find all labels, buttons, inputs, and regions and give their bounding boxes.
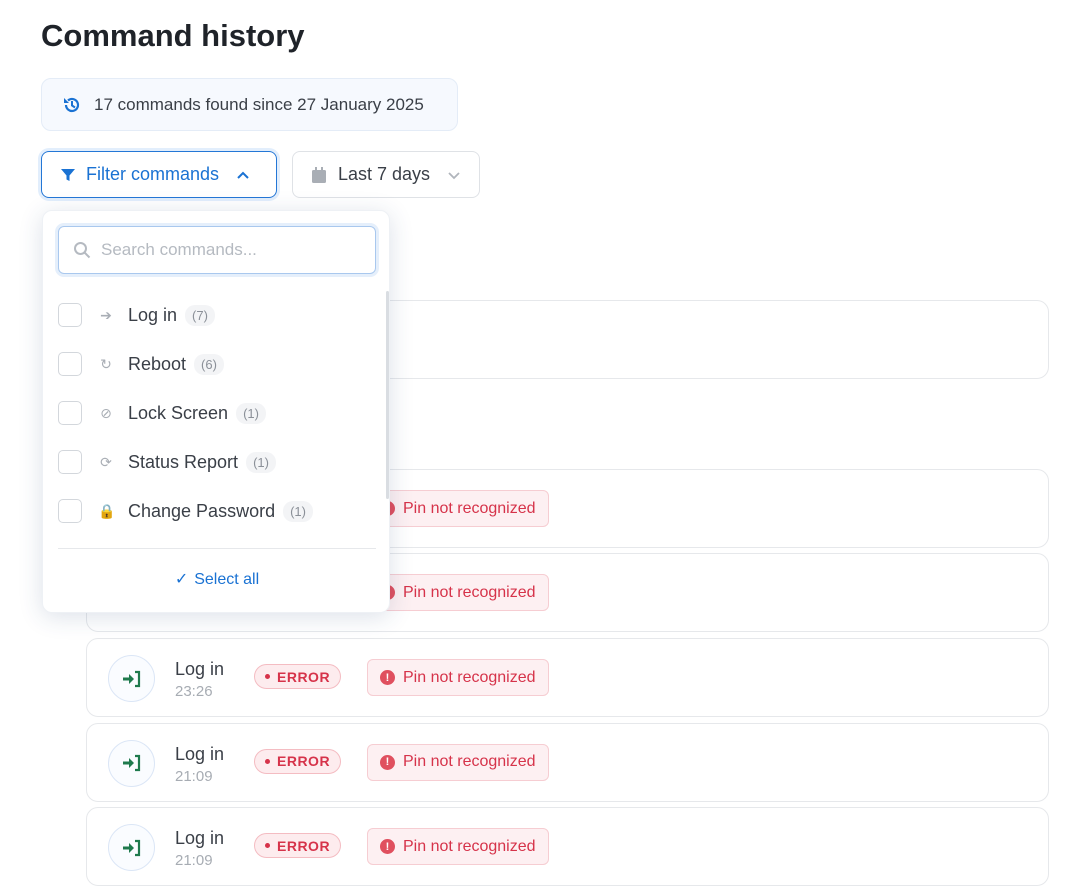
command-name: Log in — [175, 743, 225, 764]
option-label: Change Password — [128, 500, 276, 521]
filter-option[interactable]: ↻ Reboot (6) — [58, 349, 224, 379]
option-label: Reboot — [128, 353, 187, 374]
history-row[interactable]: Log in 23:26 ERROR ! Pin not recognized — [86, 638, 1049, 717]
error-message: !Pin not recognized — [367, 574, 549, 611]
filter-option[interactable]: 🔒 Change Password (1) — [58, 496, 313, 526]
double-check-icon: ✓ — [174, 571, 189, 588]
error-message: ! Pin not recognized — [367, 743, 549, 781]
message-text: Pin not recognized — [403, 499, 536, 517]
exclamation-icon: ! — [380, 670, 395, 685]
status-text: ERROR — [277, 753, 331, 769]
date-range-value: Last 7 days — [338, 164, 431, 184]
error-message: ! Pin not recognized — [367, 828, 549, 865]
chevron-up-icon — [237, 171, 249, 179]
search-commands-field[interactable] — [58, 226, 376, 274]
exclamation-icon: ! — [380, 839, 395, 854]
select-all-label: Select all — [194, 571, 260, 588]
sign-in-icon — [108, 824, 155, 871]
status-badge: ERROR — [254, 748, 342, 774]
divider — [58, 548, 376, 549]
page-title: Command history — [41, 18, 305, 53]
calendar-icon — [312, 166, 326, 183]
exclamation-icon: ! — [380, 754, 395, 770]
search-commands-input[interactable] — [101, 240, 351, 260]
summary-text: 17 commands found since 27 January 2025 — [94, 94, 424, 114]
lock-icon: 🔒 — [98, 502, 116, 519]
summary-banner: 17 commands found since 27 January 2025 — [41, 78, 458, 131]
option-label: Lock Screen — [128, 402, 229, 423]
option-count: (1) — [236, 402, 266, 424]
status-badge: ERROR — [254, 664, 342, 689]
filter-button-label: Filter commands — [86, 164, 220, 184]
checkbox[interactable] — [58, 499, 82, 523]
redo-icon: ↻ — [100, 355, 112, 372]
option-label: Status Report — [128, 451, 239, 472]
option-count: (7) — [185, 304, 215, 326]
chevron-down-icon — [448, 171, 460, 179]
sign-in-icon — [108, 655, 155, 702]
command-name: Log in — [175, 659, 225, 679]
option-count: (1) — [246, 451, 276, 473]
status-text: ERROR — [277, 668, 331, 685]
message-text: Pin not recognized — [403, 583, 536, 601]
option-label: Log in — [128, 304, 178, 325]
error-message: !Pin not recognized — [367, 490, 549, 527]
filter-commands-button[interactable]: Filter commands — [41, 151, 277, 198]
select-all-button[interactable]: ✓ Select all — [43, 569, 391, 589]
filter-icon — [61, 168, 75, 181]
checkbox[interactable] — [58, 352, 82, 376]
command-time: 21:09 — [175, 852, 213, 869]
filter-option[interactable]: ⟳ Status Report (1) — [58, 447, 276, 477]
history-row[interactable]: Log in 21:09 ERROR ! Pin not recognized — [86, 807, 1049, 886]
sign-in-icon: ➔ — [100, 306, 112, 323]
sign-in-icon — [108, 739, 155, 787]
message-text: Pin not recognized — [403, 668, 536, 686]
history-row[interactable]: Log in 21:09 ERROR ! Pin not recognized — [86, 722, 1049, 802]
checkbox[interactable] — [58, 450, 82, 474]
message-text: Pin not recognized — [403, 837, 536, 855]
search-icon — [74, 242, 91, 259]
filter-option[interactable]: ➔ Log in (7) — [58, 300, 215, 330]
command-name: Log in — [175, 828, 225, 848]
filter-option[interactable]: ⊘ Lock Screen (1) — [58, 398, 266, 428]
command-time: 21:09 — [175, 767, 213, 785]
option-count: (1) — [283, 500, 313, 522]
message-text: Pin not recognized — [403, 753, 536, 770]
error-message: ! Pin not recognized — [367, 659, 549, 696]
command-time: 23:26 — [175, 683, 213, 700]
status-badge: ERROR — [254, 833, 342, 858]
checkbox[interactable] — [58, 303, 82, 327]
history-icon — [64, 97, 80, 112]
sync-icon: ⟳ — [100, 453, 112, 470]
dropdown-scrollbar[interactable] — [386, 291, 389, 499]
ban-icon: ⊘ — [100, 404, 112, 421]
option-count: (6) — [194, 353, 224, 375]
status-text: ERROR — [277, 837, 331, 854]
filter-dropdown: ➔ Log in (7) ↻ Reboot (6) ⊘ Lock Screen … — [42, 210, 390, 613]
checkbox[interactable] — [58, 401, 82, 425]
date-range-select[interactable]: Last 7 days — [292, 151, 480, 198]
